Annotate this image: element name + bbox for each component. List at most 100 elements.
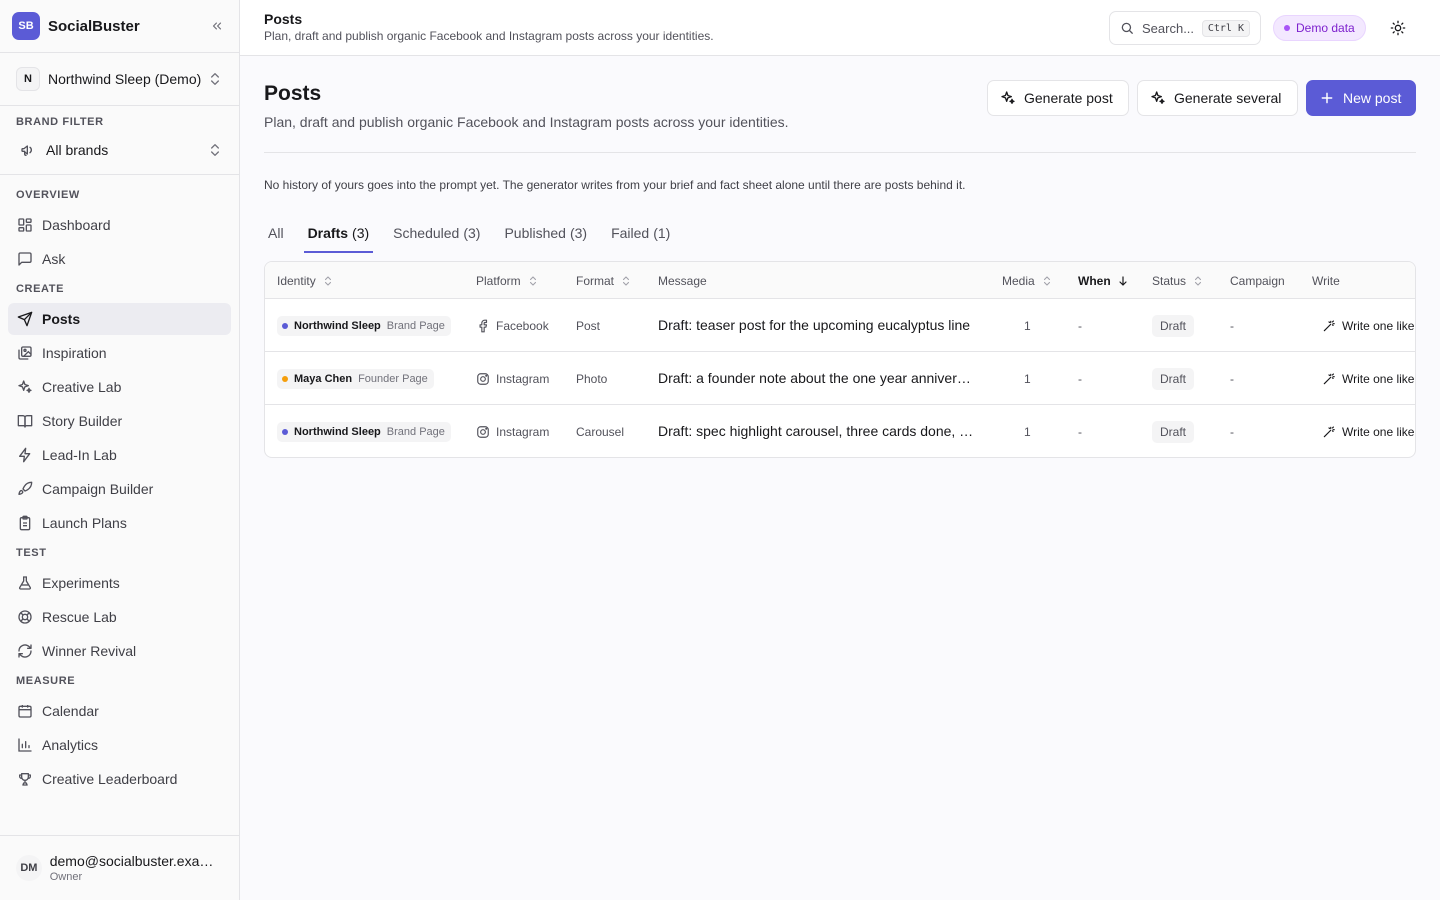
chevrons-up-down-icon <box>211 73 219 85</box>
column-message: Message <box>658 262 707 299</box>
identity-name: Northwind Sleep <box>294 319 381 332</box>
sort-icon <box>1194 275 1202 286</box>
search-input[interactable]: Search... Ctrl K <box>1109 11 1261 45</box>
sidebar-item-lead-in-lab[interactable]: Lead-In Lab <box>8 439 231 471</box>
platform-cell: Instagram <box>476 352 549 405</box>
tab-count: (3) <box>352 224 370 241</box>
nav-section-test: Test Experiments Rescue Lab Winner Reviv… <box>0 547 239 667</box>
status-badge: Draft <box>1152 367 1195 390</box>
message-cell[interactable]: Draft: spec highlight carousel, three ca… <box>658 405 976 457</box>
identity-name: Northwind Sleep <box>294 425 381 438</box>
sidebar-item-ask[interactable]: Ask <box>8 243 231 275</box>
sidebar-item-story-builder[interactable]: Story Builder <box>8 405 231 437</box>
new-post-button[interactable]: New post <box>1306 80 1416 116</box>
demo-data-badge[interactable]: Demo data <box>1273 15 1366 41</box>
message-cell[interactable]: Draft: teaser post for the upcoming euca… <box>658 299 976 352</box>
campaign-cell: - <box>1230 424 1234 439</box>
brand-filter-select[interactable]: All brands <box>16 138 223 162</box>
sidebar-item-creative-leaderboard[interactable]: Creative Leaderboard <box>8 763 231 795</box>
campaign-cell: - <box>1230 371 1234 386</box>
sort-icon <box>324 275 331 286</box>
column-label: Write <box>1312 273 1340 288</box>
sidebar-item-rescue-lab[interactable]: Rescue Lab <box>8 601 231 633</box>
sidebar-item-label: Calendar <box>42 703 99 719</box>
column-label: Media <box>1002 273 1035 288</box>
tab-scheduled[interactable]: Scheduled (3) <box>389 212 484 253</box>
sidebar-item-label: Rescue Lab <box>42 609 117 625</box>
chevrons-up-down-icon <box>211 144 219 156</box>
org-switcher[interactable]: N Northwind Sleep (Demo) <box>0 53 239 106</box>
instagram-icon <box>477 372 489 385</box>
generate-several-button[interactable]: Generate several <box>1137 80 1298 116</box>
sidebar-item-inspiration[interactable]: Inspiration <box>8 337 231 369</box>
table-header: Identity Platform Format Message Media W… <box>265 262 1415 299</box>
sidebar-item-label: Experiments <box>42 575 120 591</box>
write-one-like-this-button[interactable]: Write one like this <box>1322 405 1415 457</box>
message-cell[interactable]: Draft: a founder note about the one year… <box>658 352 976 405</box>
app-logo[interactable]: SB <box>12 12 40 40</box>
platform-name: Instagram <box>496 371 550 386</box>
dashboard-icon <box>16 216 34 234</box>
sidebar-item-label: Ask <box>42 251 66 267</box>
when-cell: - <box>1078 424 1082 439</box>
status-badge: Draft <box>1152 314 1195 337</box>
sidebar: SB SocialBuster N Northwind Sleep (Demo)… <box>0 0 240 900</box>
magic-wand-icon <box>1323 372 1335 384</box>
sidebar-item-winner-revival[interactable]: Winner Revival <box>8 635 231 667</box>
identity-chip: Northwind Sleep Brand Page <box>277 421 451 442</box>
write-label: Write one like this <box>1342 371 1415 386</box>
instagram-icon <box>477 425 489 438</box>
tab-all[interactable]: All <box>264 212 288 253</box>
sidebar-item-label: Posts <box>42 311 81 327</box>
format-cell: Photo <box>576 371 608 386</box>
sidebar-item-launch-plans[interactable]: Launch Plans <box>8 507 231 539</box>
main-content: Posts Plan, draft and publish organic Fa… <box>240 56 1440 900</box>
identity-name: Maya Chen <box>294 372 353 385</box>
generate-several-label: Generate several <box>1174 90 1282 106</box>
send-icon <box>16 310 34 328</box>
topbar-title: Posts <box>264 11 303 27</box>
table-row[interactable]: Northwind Sleep Brand Page Facebook Post… <box>265 299 1415 352</box>
write-one-like-this-button[interactable]: Write one like this <box>1322 352 1415 405</box>
nav-section-create: Create Posts Inspiration Creative Lab St… <box>0 283 239 539</box>
column-when[interactable]: When <box>1078 262 1129 299</box>
theme-toggle-button[interactable] <box>1388 18 1408 38</box>
collapse-sidebar-button[interactable] <box>207 16 227 36</box>
tab-published[interactable]: Published (3) <box>500 212 591 253</box>
format-cell: Carousel <box>576 424 625 439</box>
sidebar-item-campaign-builder[interactable]: Campaign Builder <box>8 473 231 505</box>
brand-filter-value: All brands <box>46 142 109 158</box>
refresh-icon <box>16 642 34 660</box>
column-platform[interactable]: Platform <box>476 262 539 299</box>
column-status[interactable]: Status <box>1152 262 1204 299</box>
column-media[interactable]: Media <box>1002 262 1053 299</box>
sidebar-item-posts[interactable]: Posts <box>8 303 231 335</box>
nav-section-label: Test <box>16 547 47 559</box>
brand-filter-label: Brand filter <box>16 116 104 128</box>
platform-cell: Instagram <box>476 405 549 457</box>
column-identity[interactable]: Identity <box>277 262 334 299</box>
search-icon <box>1121 22 1133 34</box>
sidebar-item-experiments[interactable]: Experiments <box>8 567 231 599</box>
sidebar-item-label: Dashboard <box>42 217 111 233</box>
media-cell: 1 <box>1024 318 1031 333</box>
table-row[interactable]: Maya Chen Founder Page Instagram Photo D… <box>265 352 1415 405</box>
write-one-like-this-button[interactable]: Write one like this <box>1322 299 1415 352</box>
generate-post-button[interactable]: Generate post <box>987 80 1129 116</box>
campaign-cell: - <box>1230 318 1234 333</box>
column-format[interactable]: Format <box>576 262 632 299</box>
sidebar-item-dashboard[interactable]: Dashboard <box>8 209 231 241</box>
table-row[interactable]: Northwind Sleep Brand Page Instagram Car… <box>265 405 1415 457</box>
sidebar-item-analytics[interactable]: Analytics <box>8 729 231 761</box>
prompt-history-notice: No history of yours goes into the prompt… <box>264 178 966 192</box>
sidebar-item-label: Launch Plans <box>42 515 127 531</box>
page-title: Posts <box>264 82 322 105</box>
sidebar-item-label: Lead-In Lab <box>42 447 117 463</box>
user-menu[interactable]: DM demo@socialbuster.example Owner <box>0 835 239 900</box>
plus-icon <box>1321 92 1333 104</box>
sidebar-item-creative-lab[interactable]: Creative Lab <box>8 371 231 403</box>
sparkles-icon <box>1001 91 1015 104</box>
sidebar-item-calendar[interactable]: Calendar <box>8 695 231 727</box>
tab-failed[interactable]: Failed (1) <box>607 212 674 253</box>
tab-drafts[interactable]: Drafts (3) <box>303 212 374 253</box>
